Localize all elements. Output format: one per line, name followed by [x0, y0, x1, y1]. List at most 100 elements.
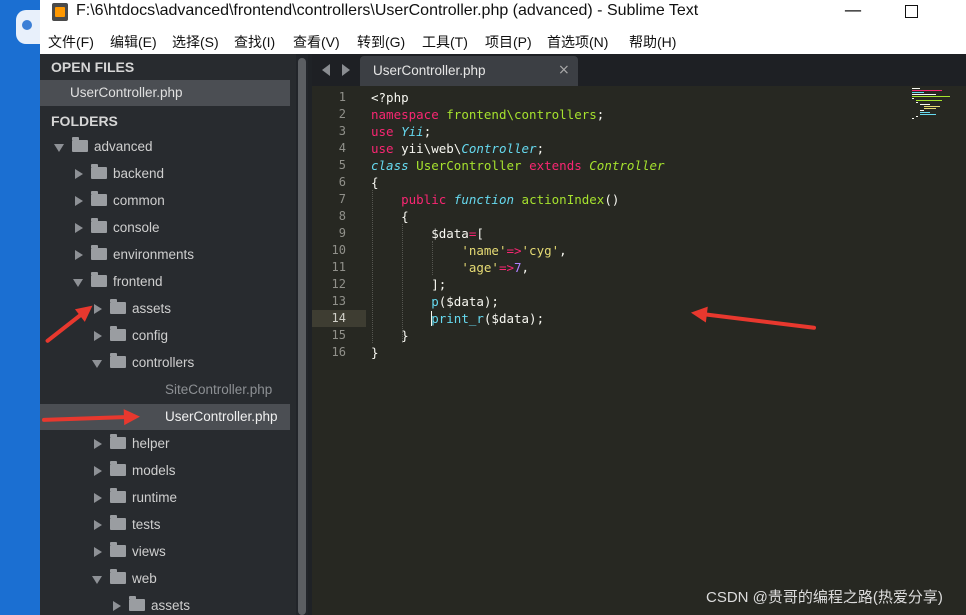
chevron-right-icon[interactable] — [113, 601, 121, 611]
chevron-down-icon[interactable] — [73, 279, 83, 287]
line-number: 16 — [331, 345, 346, 359]
code-line[interactable]: ]; — [371, 277, 446, 292]
chevron-down-icon[interactable] — [92, 360, 102, 368]
chevron-right-icon[interactable] — [75, 250, 83, 260]
folder-icon — [110, 434, 126, 449]
chevron-right-icon[interactable] — [94, 547, 102, 557]
title-bar: F:\6\htdocs\advanced\frontend\controller… — [40, 0, 966, 28]
code-line[interactable]: public function actionIndex() — [371, 192, 619, 207]
tree-folder-helper[interactable]: helper — [40, 431, 290, 458]
tree-folder-runtime[interactable]: runtime — [40, 485, 290, 512]
menu-item-9[interactable]: 帮助(H) — [629, 32, 676, 52]
folder-icon — [110, 461, 126, 476]
menu-item-7[interactable]: 项目(P) — [485, 32, 532, 52]
tree-folder-controllers[interactable]: controllers — [40, 350, 290, 377]
code-line[interactable]: use Yii; — [371, 124, 431, 139]
sidebar-scrollbar-thumb[interactable] — [298, 58, 306, 615]
chevron-right-icon[interactable] — [94, 493, 102, 503]
tree-folder-views[interactable]: views — [40, 539, 290, 566]
tree-item-label: views — [132, 544, 166, 559]
tree-folder-console[interactable]: console — [40, 215, 290, 242]
tab-bar: UserController.php × — [312, 54, 966, 86]
chevron-right-icon[interactable] — [94, 331, 102, 341]
code-line[interactable]: $data=[ — [371, 226, 484, 241]
minimize-button[interactable]: — — [830, 0, 876, 24]
maximize-icon — [904, 5, 918, 18]
line-number: 10 — [331, 243, 346, 257]
line-number: 5 — [338, 158, 346, 172]
chevron-right-icon[interactable] — [75, 169, 83, 179]
maximize-button[interactable] — [888, 0, 934, 24]
tree-folder-tests[interactable]: tests — [40, 512, 290, 539]
tree-file-SiteController.php[interactable]: SiteController.php — [40, 377, 290, 404]
line-number: 7 — [338, 192, 346, 206]
sidebar: OPEN FILES UserController.php FOLDERS ad… — [40, 54, 296, 615]
code-line[interactable]: } — [371, 345, 379, 360]
code-line[interactable]: use yii\web\Controller; — [371, 141, 544, 156]
tab-scroll-right-icon[interactable] — [342, 64, 350, 76]
code-line[interactable]: { — [371, 209, 409, 224]
tree-item-label: backend — [113, 166, 165, 181]
menu-item-1[interactable]: 编辑(E) — [110, 32, 157, 52]
tree-folder-common[interactable]: common — [40, 188, 290, 215]
menu-item-4[interactable]: 查看(V) — [293, 32, 340, 52]
indent-guide — [432, 241, 433, 275]
line-number: 4 — [338, 141, 346, 155]
chevron-right-icon[interactable] — [94, 520, 102, 530]
folder-icon — [110, 515, 126, 530]
line-number: 2 — [338, 107, 346, 121]
code-line[interactable]: class UserController extends Controller — [371, 158, 665, 173]
code-line[interactable]: { — [371, 175, 379, 190]
tab-usercontroller[interactable]: UserController.php × — [360, 56, 578, 86]
tree-folder-config[interactable]: config — [40, 323, 290, 350]
code-line[interactable]: print_r($data); — [371, 311, 544, 326]
menu-bar: 文件(F) 编辑(E) 选择(S) 查找(I) 查看(V) 转到(G) 工具(T) 项目(P)… — [40, 28, 966, 54]
chevron-right-icon[interactable] — [94, 439, 102, 449]
tree-item-label: common — [113, 193, 165, 208]
menu-item-5[interactable]: 转到(G) — [357, 32, 405, 52]
chevron-down-icon[interactable] — [92, 576, 102, 584]
tree-folder-advanced[interactable]: advanced — [40, 134, 290, 161]
code-line[interactable]: <?php — [371, 90, 409, 105]
tree-folder-web[interactable]: web — [40, 566, 290, 593]
watermark: CSDN @贵哥的编程之路(热爱分享) — [706, 589, 943, 606]
desktop-app-icon[interactable] — [16, 10, 40, 44]
menu-item-0[interactable]: 文件(F) — [48, 32, 94, 52]
tree-folder-models[interactable]: models — [40, 458, 290, 485]
tree-item-label: console — [113, 220, 160, 235]
tree-folder-frontend[interactable]: frontend — [40, 269, 290, 296]
line-number: 11 — [331, 260, 346, 274]
menu-item-8[interactable]: 首选项(N) — [547, 32, 608, 52]
line-number: 15 — [331, 328, 346, 342]
sublime-text-icon — [52, 3, 68, 21]
minimap[interactable] — [912, 88, 956, 122]
chevron-right-icon[interactable] — [75, 223, 83, 233]
open-file-item[interactable]: UserController.php — [40, 80, 290, 106]
code-line[interactable]: 'name'=>'cyg', — [371, 243, 566, 258]
folder-icon — [110, 488, 126, 503]
close-icon[interactable]: × — [558, 62, 570, 78]
menu-item-2[interactable]: 选择(S) — [172, 32, 219, 52]
tree-item-label: tests — [132, 517, 161, 532]
line-number: 9 — [338, 226, 346, 240]
desktop-strip — [0, 0, 40, 615]
chevron-down-icon[interactable] — [54, 144, 64, 152]
tree-item-label: runtime — [132, 490, 178, 505]
chevron-right-icon[interactable] — [75, 196, 83, 206]
code-line[interactable]: p($data); — [371, 294, 499, 309]
folder-icon — [91, 245, 107, 260]
line-number: 1 — [338, 90, 346, 104]
tree-folder-backend[interactable]: backend — [40, 161, 290, 188]
tree-item-label: UserController.php — [165, 409, 278, 424]
menu-item-3[interactable]: 查找(I) — [234, 32, 275, 52]
menu-item-6[interactable]: 工具(T) — [422, 32, 468, 52]
open-files-heading: OPEN FILES — [51, 59, 135, 75]
tree-folder-assets[interactable]: assets — [40, 593, 290, 615]
code-editor[interactable]: 1 <?php 2 namespace frontend\controllers; 3 u… — [312, 86, 966, 615]
code-line[interactable]: namespace frontend\controllers; — [371, 107, 604, 122]
tab-scroll-left-icon[interactable] — [322, 64, 330, 76]
chevron-right-icon[interactable] — [94, 466, 102, 476]
tree-folder-environments[interactable]: environments — [40, 242, 290, 269]
code-line[interactable]: 'age'=>7, — [371, 260, 529, 275]
tree-item-label: advanced — [94, 139, 153, 154]
